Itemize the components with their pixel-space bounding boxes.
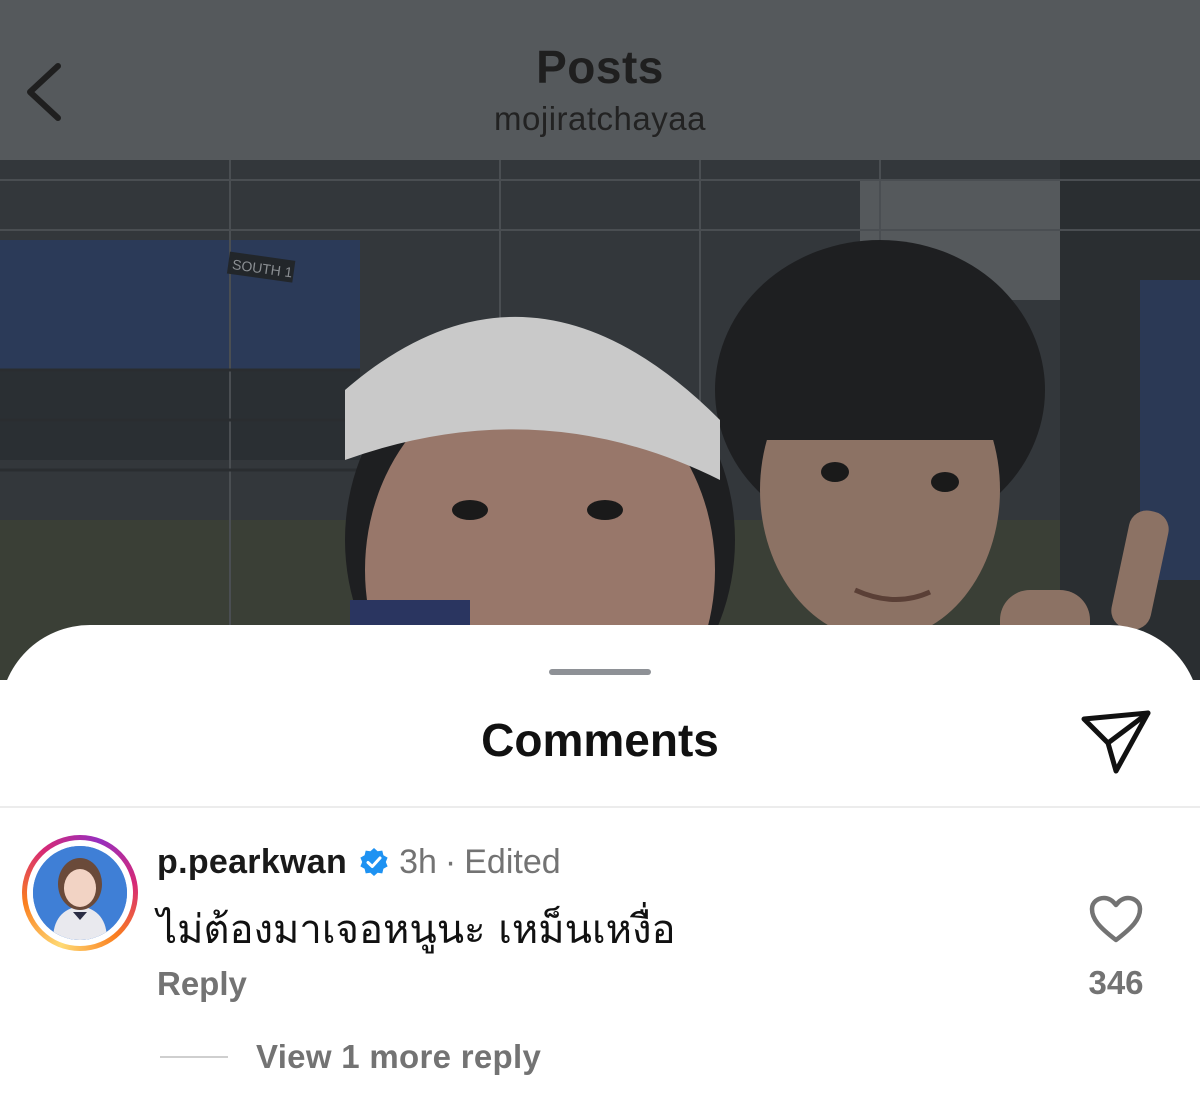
comment-username[interactable]: p.pearkwan: [157, 843, 347, 882]
reply-button[interactable]: Reply: [157, 965, 247, 1003]
edited-label: Edited: [464, 842, 561, 881]
replies-line: [160, 1056, 228, 1058]
drag-handle[interactable]: [549, 669, 651, 675]
like-count: 346: [1088, 964, 1144, 1001]
comment-header: p.pearkwan 3h · Edited: [157, 840, 561, 884]
view-replies-label: View 1 more reply: [256, 1038, 542, 1075]
like-button[interactable]: [1089, 895, 1143, 945]
view-replies-button[interactable]: View 1 more reply: [160, 1035, 541, 1079]
paper-plane-icon: [1081, 710, 1151, 774]
top-header: Posts mojiratchayaa: [0, 0, 1200, 160]
comment-timestamp: 3h: [399, 842, 437, 881]
comments-title: Comments: [481, 714, 719, 766]
profile-username-link[interactable]: mojiratchayaa: [0, 100, 1200, 138]
avatar-story-ring[interactable]: [22, 835, 138, 951]
comments-sheet: Comments p.pearkwan 3h · Edited ไม่ต้องม…: [0, 625, 1200, 1115]
share-button[interactable]: [1078, 707, 1154, 777]
avatar: [33, 846, 127, 940]
heart-outline-icon: [1089, 895, 1143, 943]
meta-separator: ·: [444, 842, 457, 881]
comment-text: ไม่ต้องมาเจอหนูนะ เหม็นเหงื่อ: [157, 907, 676, 953]
page-title: Posts: [536, 41, 664, 93]
verified-badge-icon: [359, 847, 389, 877]
divider: [0, 806, 1200, 808]
post-photo: SOUTH 1: [0, 160, 1200, 680]
